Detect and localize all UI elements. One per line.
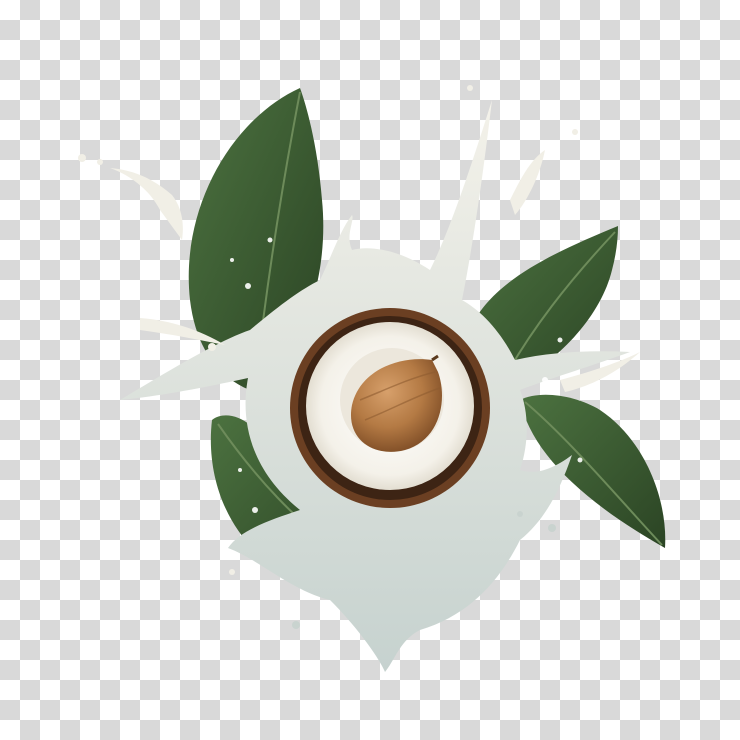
coconut-splash-illustration (78, 85, 666, 672)
transparency-checkerboard-background (0, 0, 740, 740)
